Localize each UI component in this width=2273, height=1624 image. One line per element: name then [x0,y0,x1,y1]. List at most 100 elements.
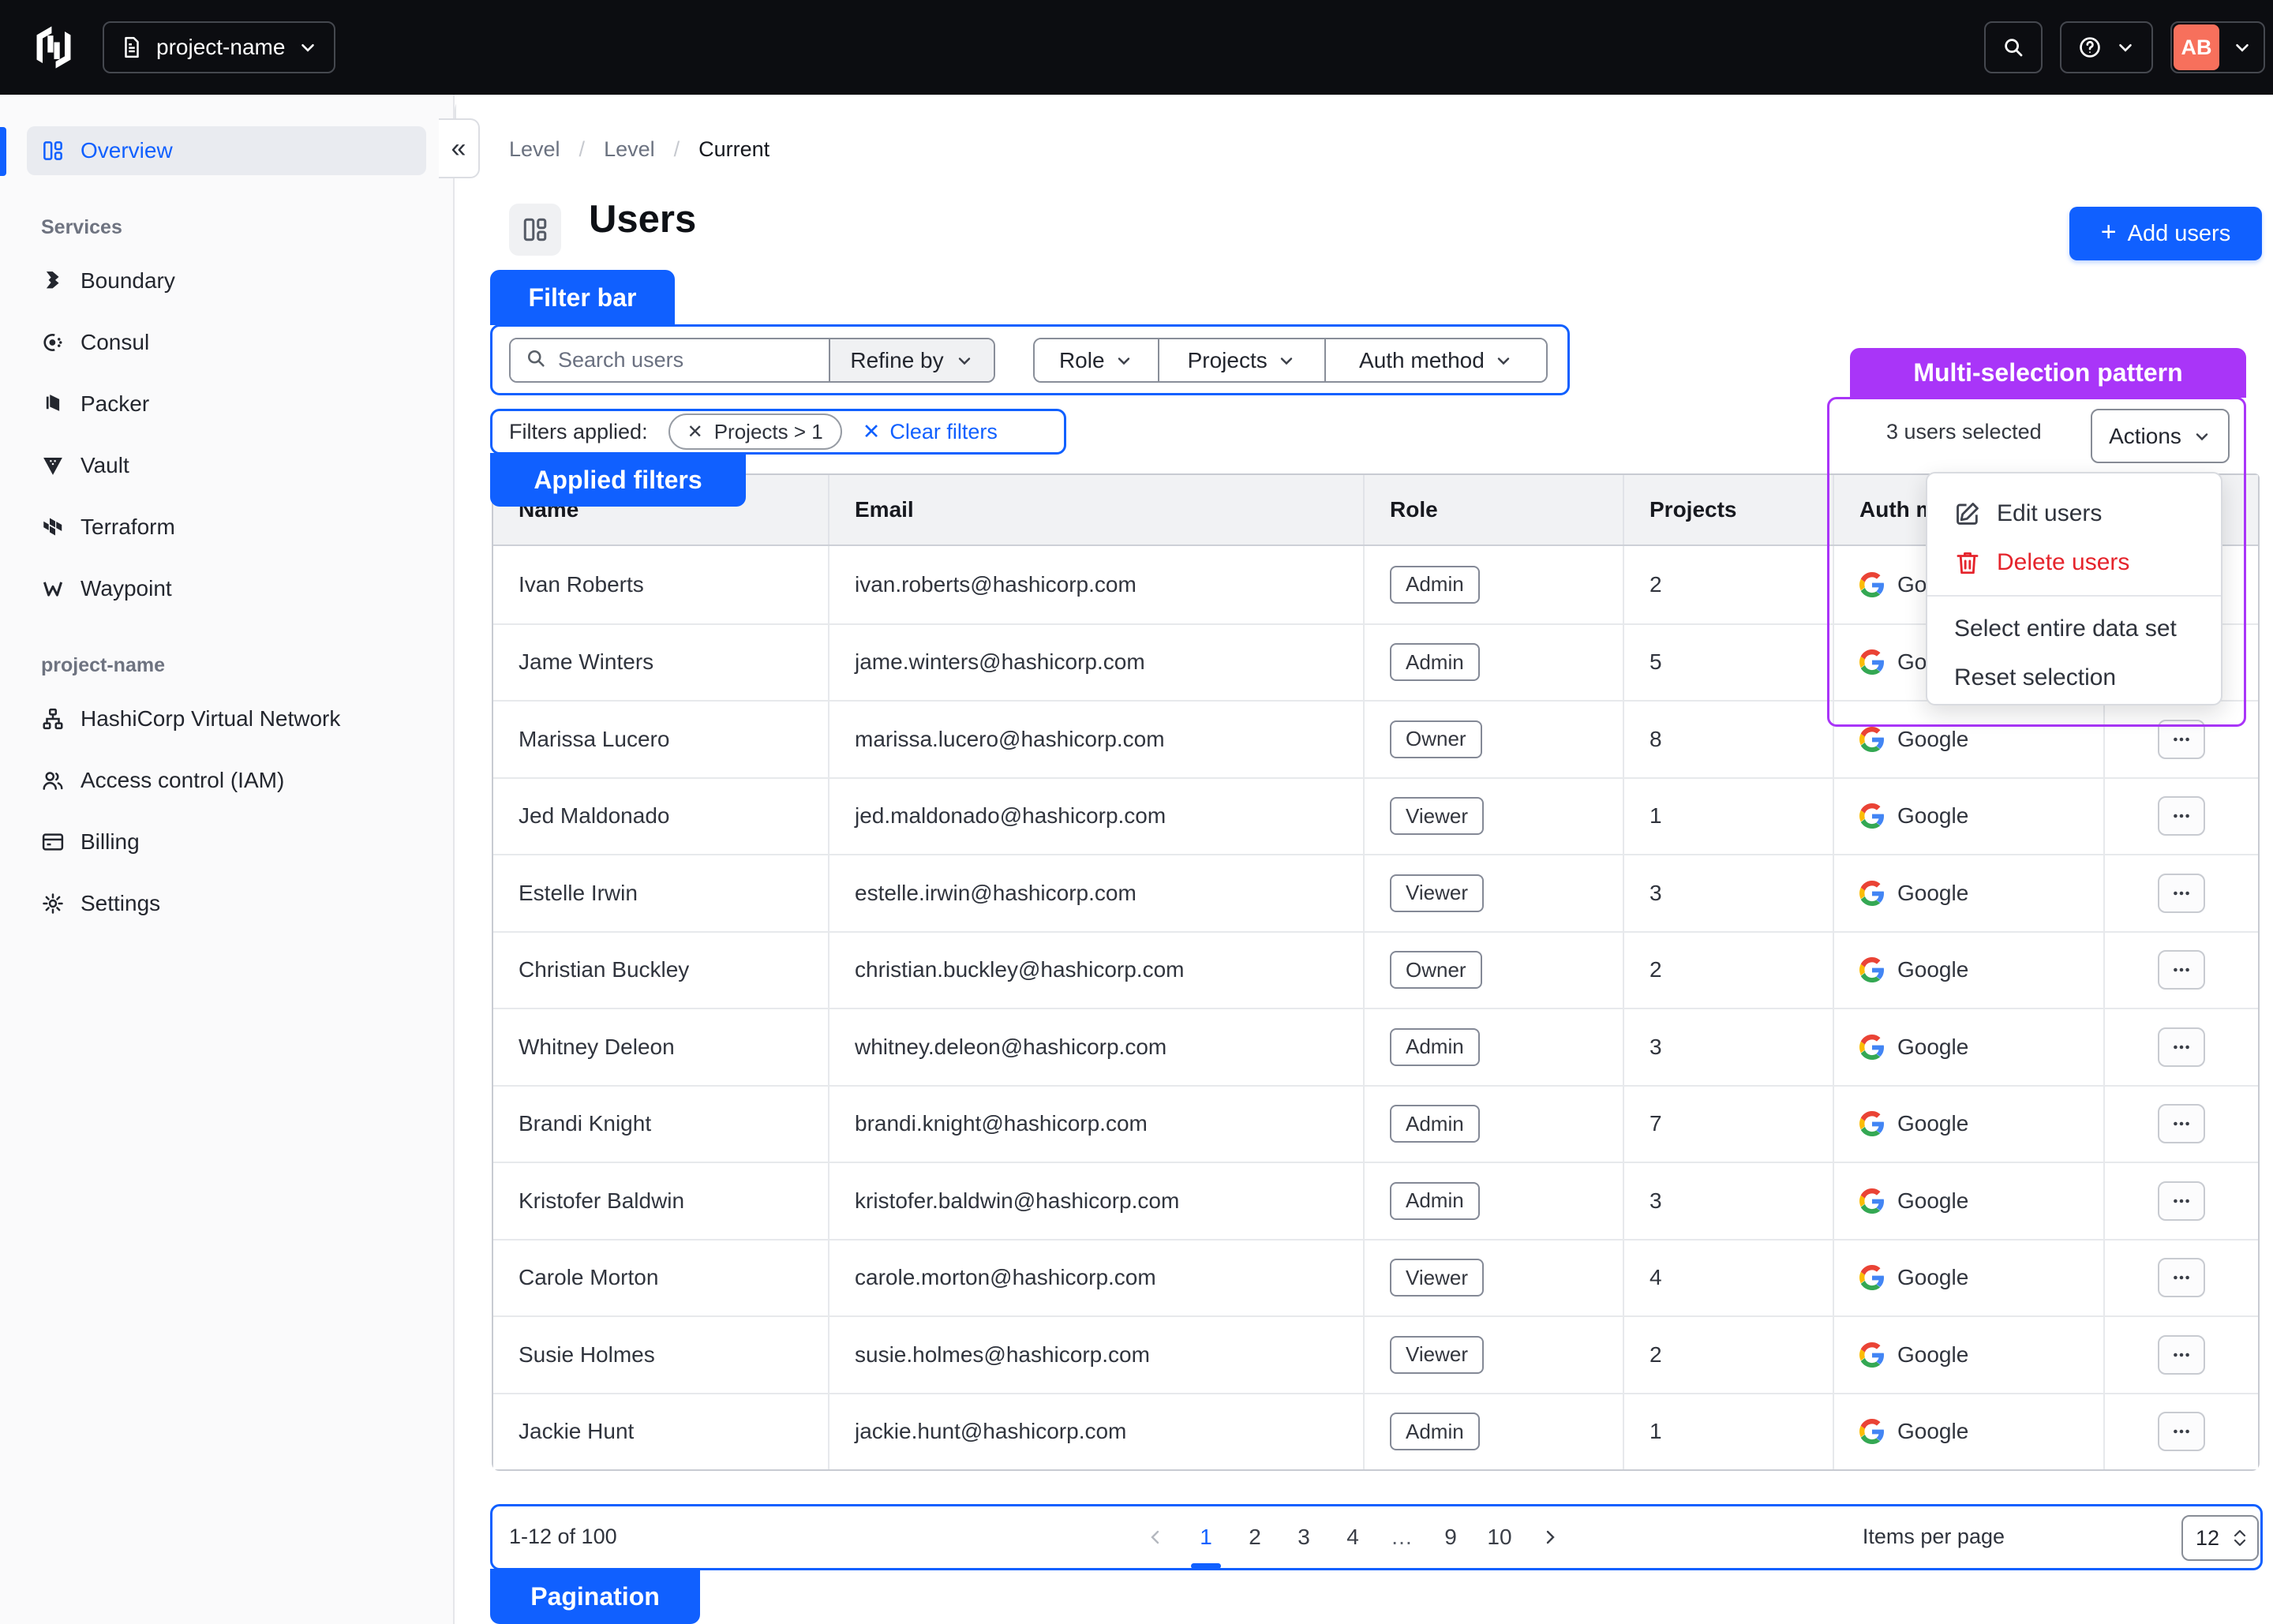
row-overflow-button[interactable] [2158,950,2205,990]
auth-method-label: Google [1897,1111,1968,1136]
google-icon [1859,649,1885,675]
column-header[interactable]: Role [1363,475,1623,544]
role-badge: Admin [1390,643,1480,681]
sidebar-item-vault[interactable]: Vault [27,441,426,490]
ellipsis-icon [2171,1345,2192,1365]
sidebar-item-overview[interactable]: Overview [27,126,426,175]
chevron-left-icon [1146,1528,1165,1547]
page-number[interactable]: 9 [1432,1515,1470,1559]
google-icon [1859,803,1885,829]
clear-filters-label: Clear filters [889,420,998,444]
cell-projects: 1 [1623,1394,1833,1470]
account-menu-button[interactable]: AB [2170,21,2265,73]
breadcrumb-level-2[interactable]: Level [604,137,655,162]
cell-role: Admin [1363,1163,1623,1239]
auth-method-label: Google [1897,957,1968,982]
cell-email: jackie.hunt@hashicorp.com [828,1394,1363,1470]
filter-pill-projects[interactable]: ✕ Projects > 1 [668,413,842,450]
menu-item-select-entire-data-set[interactable]: Select entire data set [1927,604,2221,653]
cell-row-actions [2103,1317,2258,1393]
hcp-users-page: project-name [0,0,2273,1624]
role-badge: Owner [1390,951,1482,989]
row-overflow-button[interactable] [2158,1027,2205,1067]
actions-dropdown-button[interactable]: Actions [2091,409,2230,463]
search-icon [525,347,547,373]
sidebar-item-waypoint[interactable]: Waypoint [27,564,426,613]
row-overflow-button[interactable] [2158,1335,2205,1375]
cell-auth-method: Google [1833,1394,2103,1470]
row-overflow-button[interactable] [2158,1104,2205,1143]
cell-name: Brandi Knight [493,1087,828,1162]
sidebar-item-hvn[interactable]: HashiCorp Virtual Network [27,694,426,743]
auth-method-filter-dropdown[interactable]: Auth method [1324,339,1546,381]
role-badge: Admin [1390,1413,1480,1450]
previous-page-button[interactable] [1135,1515,1176,1559]
row-overflow-button[interactable] [2158,1181,2205,1221]
menu-item-edit-users[interactable]: Edit users [1927,489,2221,538]
page-number[interactable]: 1 [1187,1515,1225,1559]
column-header[interactable]: Email [828,475,1363,544]
cell-role: Viewer [1363,1317,1623,1393]
global-search-button[interactable] [1984,21,2043,73]
cell-role: Admin [1363,546,1623,623]
menu-item-delete-users[interactable]: Delete users [1927,538,2221,587]
search-users-field[interactable] [511,339,829,381]
sidebar-item-consul[interactable]: Consul [27,318,426,367]
table-row: Whitney Deleon whitney.deleon@hashicorp.… [493,1008,2258,1085]
google-icon [1859,1342,1885,1368]
edit-icon [1954,500,1981,527]
page-title: Users [589,197,696,241]
ellipsis-icon [2171,1037,2192,1057]
chevron-down-icon [298,37,318,58]
actions-menu: Edit users Delete users Select entire da… [1926,472,2222,705]
project-selector[interactable]: project-name [103,21,335,73]
chevron-down-icon [1277,351,1296,370]
sidebar-item-packer[interactable]: Packer [27,380,426,428]
filters-applied-label: Filters applied: [509,420,648,444]
projects-filter-dropdown[interactable]: Projects [1158,339,1324,381]
cell-name: Whitney Deleon [493,1009,828,1085]
table-row: Kristofer Baldwin kristofer.baldwin@hash… [493,1162,2258,1239]
page-number[interactable]: 2 [1236,1515,1274,1559]
row-overflow-button[interactable] [2158,1258,2205,1297]
clear-filters-button[interactable]: ✕ Clear filters [863,420,998,444]
auth-method-label: Google [1897,1035,1968,1060]
help-menu-button[interactable] [2060,21,2153,73]
cell-row-actions [2103,702,2258,777]
sidebar-item-terraform[interactable]: Terraform [27,503,426,552]
sidebar-section-services: Services [41,216,453,239]
cell-auth-method: Google [1833,933,2103,1008]
page-number[interactable]: 3 [1285,1515,1323,1559]
sidebar-collapse-button[interactable]: « [439,118,480,178]
sidebar-item-settings[interactable]: Settings [27,879,426,928]
auth-method-label: Google [1897,727,1968,752]
cell-name: Carole Morton [493,1240,828,1316]
breadcrumb: Level / Level / Current [509,137,770,162]
row-overflow-button[interactable] [2158,1412,2205,1451]
ellipsis-icon [2171,729,2192,750]
auth-method-label: Google [1897,803,1968,829]
column-header[interactable]: Projects [1623,475,1833,544]
row-overflow-button[interactable] [2158,720,2205,759]
next-page-button[interactable] [1530,1515,1571,1559]
search-users-input[interactable] [558,348,795,372]
row-overflow-button[interactable] [2158,874,2205,913]
role-filter-dropdown[interactable]: Role [1035,339,1158,381]
add-users-button[interactable]: + Add users [2069,207,2262,260]
breadcrumb-level-1[interactable]: Level [509,137,560,162]
sidebar-item-billing[interactable]: Billing [27,818,426,866]
pagination-pages: 1 2 3 4 … 9 10 [1135,1514,1571,1561]
cell-auth-method: Google [1833,1163,2103,1239]
table-row: Susie Holmes susie.holmes@hashicorp.com … [493,1315,2258,1393]
page-number[interactable]: 10 [1481,1515,1518,1559]
projects-filter-label: Projects [1188,348,1268,373]
trash-icon [1954,549,1981,576]
refine-by-dropdown[interactable]: Refine by [829,339,994,381]
menu-item-reset-selection[interactable]: Reset selection [1927,653,2221,702]
sidebar-item-boundary[interactable]: Boundary [27,256,426,305]
sidebar-item-access-control[interactable]: Access control (IAM) [27,756,426,805]
cell-auth-method: Google [1833,855,2103,931]
row-overflow-button[interactable] [2158,796,2205,836]
page-number[interactable]: 4 [1334,1515,1372,1559]
items-per-page-stepper[interactable]: 12 [2181,1515,2259,1561]
